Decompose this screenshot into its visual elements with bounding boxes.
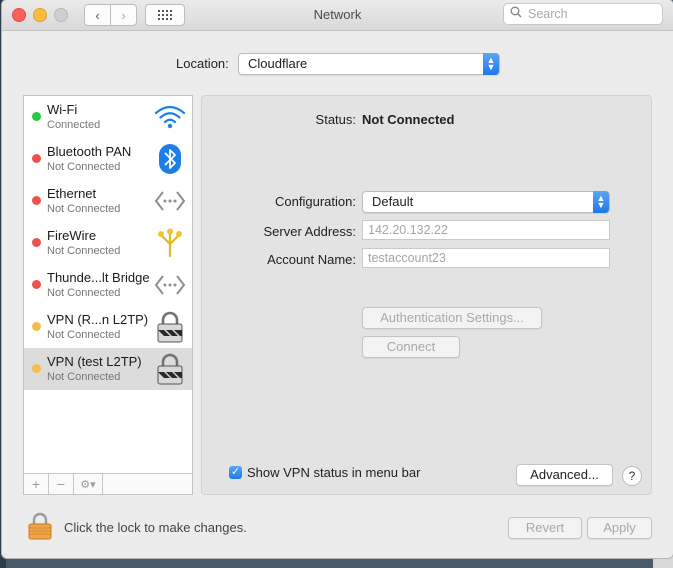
ethernet-icon [153,185,187,217]
service-status: Not Connected [47,161,121,173]
account-name-label: Account Name: [267,252,356,267]
authentication-settings-button[interactable]: Authentication Settings... [362,307,542,329]
service-status: Not Connected [47,287,121,299]
service-item-vpn-1[interactable]: VPN (R...n L2TP) Not Connected [24,306,192,348]
account-name-field[interactable]: testaccount23 [362,248,610,268]
status-dot [32,364,41,373]
popup-arrows-icon: ▲ ▼ [593,191,609,213]
add-service-button[interactable]: + [24,474,49,494]
help-button[interactable]: ? [622,466,642,486]
service-list[interactable]: Wi-Fi Connected Bluetooth PAN Not Connec… [23,95,193,495]
service-item-firewire[interactable]: FireWire Not Connected [24,222,192,264]
search-field[interactable]: Search [503,3,663,25]
location-label: Location: [176,56,229,71]
lock-message: Click the lock to make changes. [64,520,247,535]
show-vpn-status-label: Show VPN status in menu bar [247,465,421,480]
thunderbolt-bridge-icon [153,269,187,301]
bluetooth-icon [153,143,187,175]
status-dot [32,154,41,163]
service-detail-panel: Status: Not Connected Configuration: Def… [201,95,652,495]
connect-button[interactable]: Connect [362,336,460,358]
status-dot [32,322,41,331]
vpn-lock-icon [153,353,187,385]
location-value: Cloudflare [248,56,308,71]
service-status: Not Connected [47,203,121,215]
server-address-field[interactable]: 142.20.132.22 [362,220,610,240]
service-name: Wi-Fi [47,102,78,117]
server-address-label: Server Address: [263,224,357,239]
service-status: Not Connected [47,329,121,341]
lock-icon[interactable] [28,512,52,540]
account-name-value: testaccount23 [368,251,446,265]
status-value: Not Connected [362,112,455,127]
gear-menu-button[interactable]: ⚙▾ [74,474,103,494]
service-item-thunderbolt-bridge[interactable]: Thunde...lt Bridge Not Connected [24,264,192,306]
vpn-lock-icon [153,311,187,343]
service-name: Bluetooth PAN [47,144,132,159]
service-list-toolbar: + − ⚙▾ [24,473,192,494]
status-dot [32,112,41,121]
configuration-popup[interactable]: Default ▲ ▼ [362,191,610,213]
service-name: VPN (test L2TP) [47,354,142,369]
configuration-label: Configuration: [275,194,356,209]
status-dot [32,280,41,289]
server-address-value: 142.20.132.22 [368,223,448,237]
title-bar: ‹ › Network Search [2,0,673,31]
service-name: Ethernet [47,186,97,201]
network-preferences-window: ‹ › Network Search Location: Cloudflare … [2,0,673,558]
search-placeholder: Search [528,7,568,21]
configuration-value: Default [372,194,414,209]
firewire-icon [153,227,187,259]
search-icon [510,6,522,21]
remove-service-button[interactable]: − [49,474,74,494]
service-name: VPN (R...n L2TP) [47,312,149,327]
service-item-wifi[interactable]: Wi-Fi Connected [24,96,192,138]
service-status: Not Connected [47,245,121,257]
revert-button[interactable]: Revert [508,517,582,539]
service-status: Connected [47,119,101,131]
status-dot [32,196,41,205]
service-status: Not Connected [47,371,121,383]
service-item-ethernet[interactable]: Ethernet Not Connected [24,180,192,222]
location-popup[interactable]: Cloudflare ▲ ▼ [238,53,500,75]
wifi-icon [153,101,187,133]
service-name: Thunde...lt Bridge [47,270,150,285]
service-name: FireWire [47,228,97,243]
popup-arrows-icon: ▲ ▼ [483,53,499,75]
status-label: Status: [315,112,356,127]
advanced-button[interactable]: Advanced... [516,464,613,486]
show-vpn-status-checkbox[interactable]: ✓ [229,466,242,479]
apply-button[interactable]: Apply [587,517,652,539]
service-item-bluetooth-pan[interactable]: Bluetooth PAN Not Connected [24,138,192,180]
service-item-vpn-test-l2tp[interactable]: VPN (test L2TP) Not Connected [24,348,192,390]
status-dot [32,238,41,247]
